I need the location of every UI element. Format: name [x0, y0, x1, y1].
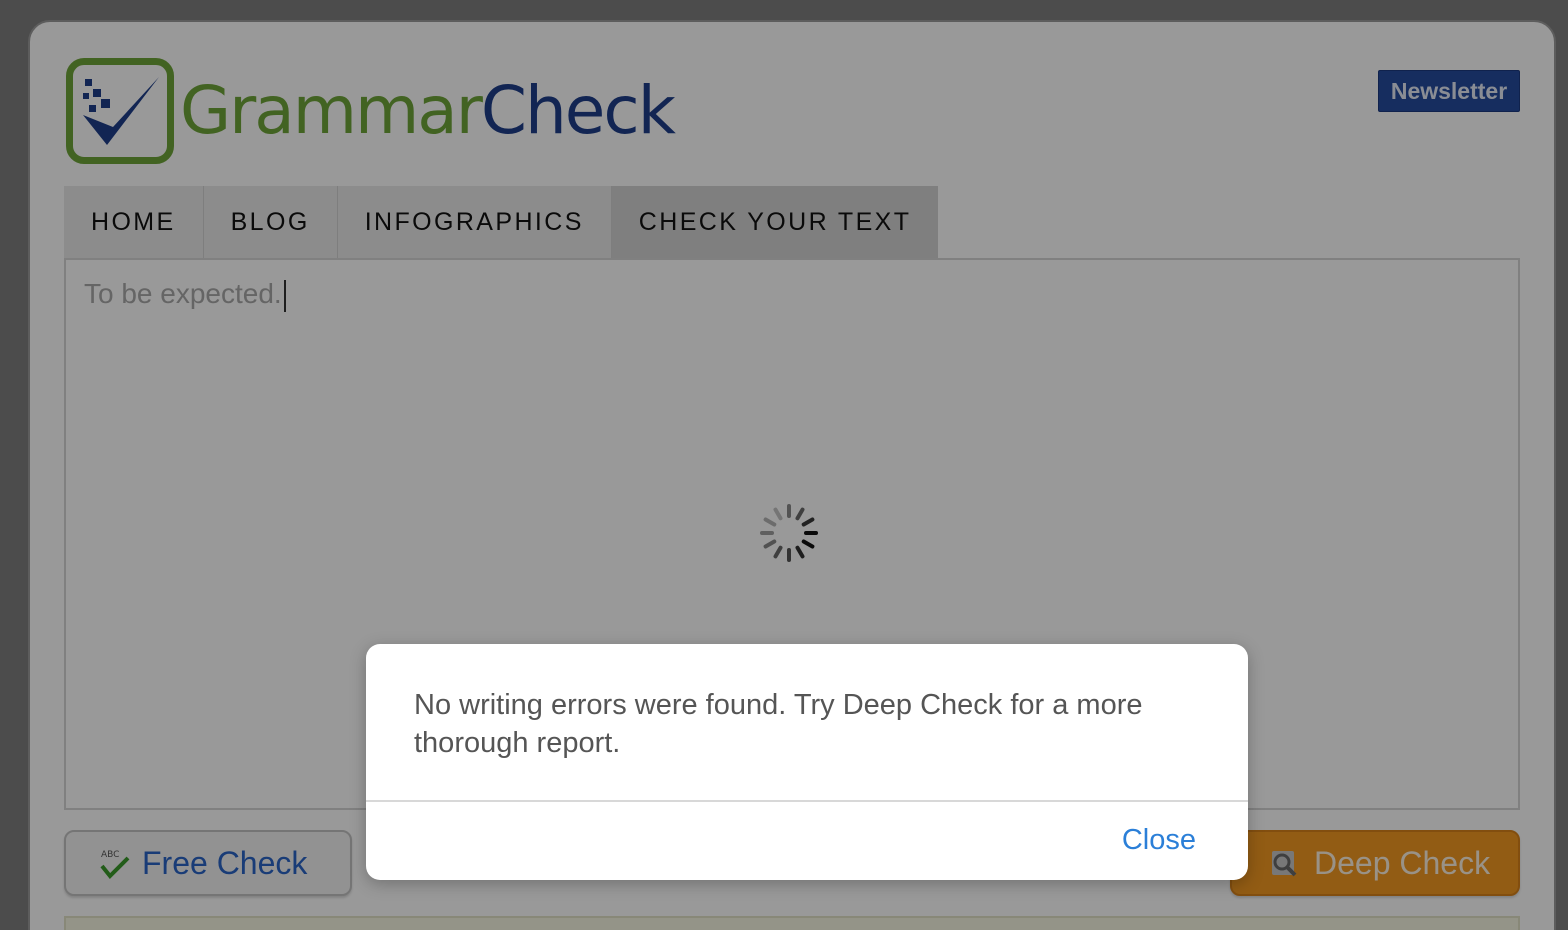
close-button[interactable]: Close — [1122, 824, 1196, 857]
dialog-message: No writing errors were found. Try Deep C… — [414, 689, 1143, 759]
result-dialog: No writing errors were found. Try Deep C… — [366, 644, 1248, 880]
dialog-footer: Close — [366, 802, 1248, 880]
